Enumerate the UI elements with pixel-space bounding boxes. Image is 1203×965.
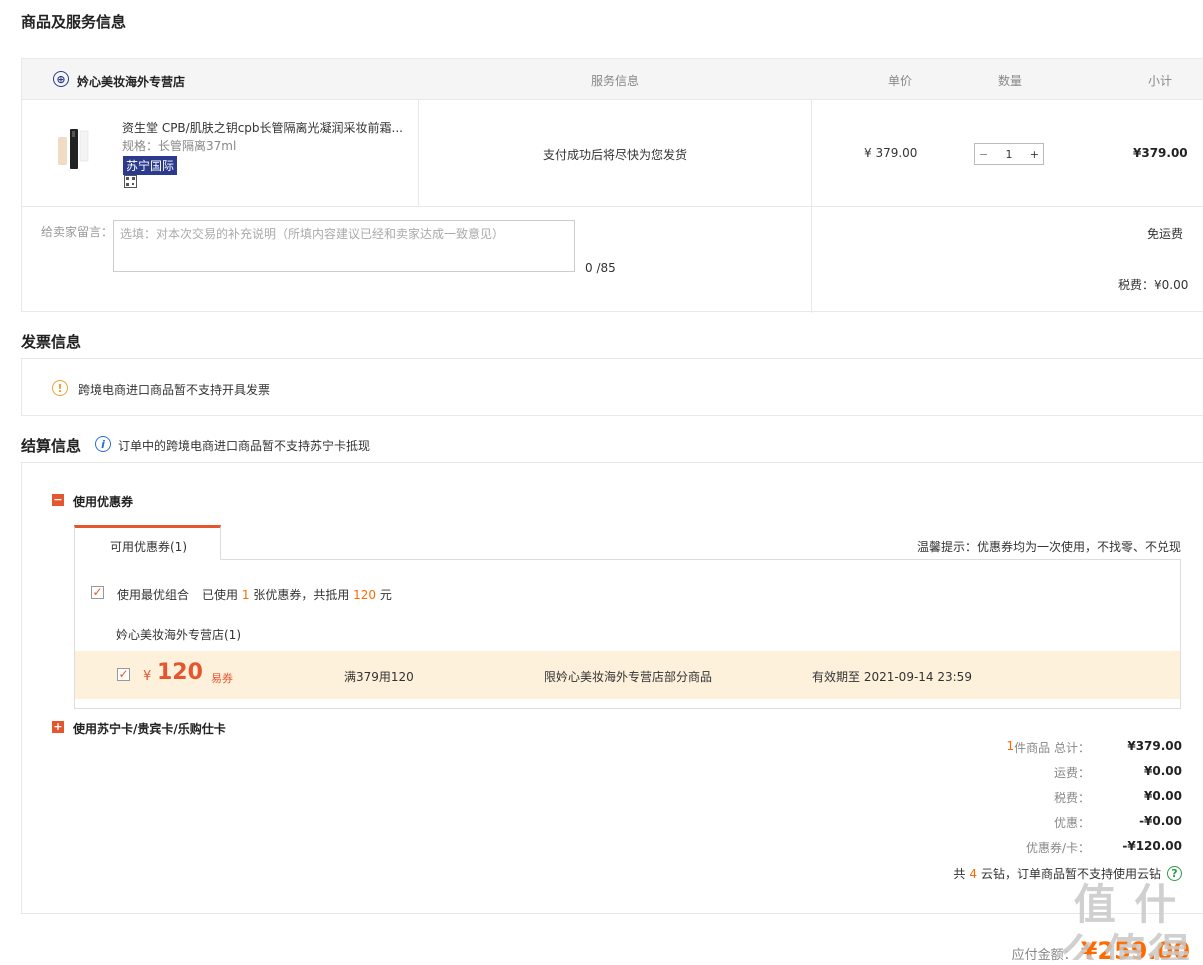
goods-section-title: 商品及服务信息: [21, 13, 127, 31]
coupon-amount: 120: [157, 660, 203, 685]
summary-coupon: -¥120.00: [1122, 839, 1182, 853]
used-count: 1: [241, 588, 250, 602]
warning-icon: !: [52, 380, 68, 396]
coupon-type: 易券: [211, 672, 233, 685]
summary-tax: ¥0.00: [1144, 789, 1182, 803]
col-subtotal: 小计: [1148, 74, 1173, 88]
tab-available-coupons[interactable]: 可用优惠券(1): [74, 525, 221, 560]
coupon-checkbox[interactable]: ✓: [117, 668, 130, 681]
coupon-panel: ✓ 使用最优组合 已使用 1 张优惠券，共抵用 120 元 妗心美妆海外专营店(…: [74, 559, 1181, 709]
coupon-condition: 满379用120: [344, 670, 414, 684]
col-qty: 数量: [998, 74, 1023, 88]
coupon-store-group: 妗心美妆海外专营店(1): [116, 628, 241, 642]
product-name[interactable]: 资生堂 CPB/肌肤之钥cpb长管隔离光凝润采妆前霜...: [122, 119, 412, 136]
unit-price: ¥ 379.00: [864, 146, 918, 160]
qty-minus-button[interactable]: −: [979, 148, 988, 161]
coupon-row[interactable]: ✓ ¥ 120 易券 满379用120 限妗心美妆海外专营店部分商品 有效期至 …: [75, 651, 1180, 699]
qty-plus-button[interactable]: +: [1030, 148, 1039, 161]
collapse-icon[interactable]: −: [52, 494, 64, 506]
coupon-scope: 限妗心美妆海外专营店部分商品: [544, 670, 713, 684]
checkout-section-title: 结算信息: [21, 437, 82, 455]
goods-table-header: ⊕ 妗心美妆海外专营店 服务信息 单价 数量 小计: [22, 59, 1203, 100]
summary-tax-row: 税费： ¥0.00: [972, 789, 1182, 806]
global-store-icon: ⊕: [53, 71, 69, 87]
quantity-stepper: − 1 +: [974, 143, 1044, 165]
coupon-currency: ¥: [143, 669, 152, 684]
invoice-box: ! 跨境电商进口商品暂不支持开具发票: [21, 358, 1203, 416]
used-mid: 张优惠券，共抵用: [253, 588, 350, 602]
suning-international-badge: 苏宁国际: [123, 156, 178, 175]
coupon-usage-summary: 已使用 1 张优惠券，共抵用 120 元: [202, 586, 392, 603]
qty-value[interactable]: 1: [1006, 148, 1013, 161]
message-label: 给卖家留言：: [41, 225, 114, 239]
col-service: 服务信息: [591, 74, 640, 88]
summary-total: ¥379.00: [1127, 739, 1182, 753]
summary-shipping-row: 运费： ¥0.00: [972, 764, 1182, 781]
summary-discount-row: 优惠： -¥0.00: [972, 814, 1182, 831]
divider: [418, 100, 419, 206]
used-suffix: 元: [379, 588, 392, 602]
store-name[interactable]: 妗心美妆海外专营店: [77, 73, 185, 90]
expand-icon[interactable]: +: [52, 721, 64, 733]
coupon-expiry: 有效期至 2021-09-14 23:59: [812, 670, 972, 684]
summary-item-count: 1: [1006, 739, 1015, 753]
goods-table: ⊕ 妗心美妆海外专营店 服务信息 单价 数量 小计 资生堂 CPB/肌肤之钥cp…: [21, 58, 1203, 313]
summary-total-row: 1 件商品 总计： ¥379.00: [972, 739, 1182, 759]
tab-available-label: 可用优惠券(1): [110, 540, 187, 554]
use-coupon-toggle[interactable]: 使用优惠券: [73, 493, 133, 510]
tax-fee: 税费：¥0.00: [1118, 278, 1189, 292]
product-thumbnail[interactable]: [56, 127, 90, 171]
summary-item-label: 件商品 总计：: [1014, 741, 1090, 755]
summary-tax-label: 税费：: [1053, 791, 1090, 805]
used-amount: 120: [353, 588, 377, 602]
cloud-count: 4: [969, 866, 977, 881]
col-price: 单价: [888, 74, 913, 88]
info-icon[interactable]: i: [95, 436, 111, 452]
product-subtotal: ¥379.00: [1133, 146, 1188, 160]
product-spec: 规格：长管隔离37ml: [122, 139, 237, 153]
seller-message-input[interactable]: 选填：对本次交易的补充说明（所填内容建议已经和卖家达成一致意见）: [113, 220, 575, 272]
invoice-section-title: 发票信息: [21, 333, 82, 351]
checkout-notice: 订单中的跨境电商进口商品暂不支持苏宁卡抵现: [118, 439, 371, 453]
best-combo-checkbox[interactable]: ✓: [91, 586, 104, 599]
summary-shipping-label: 运费：: [1053, 766, 1090, 780]
summary-coupon-row: 优惠券/卡： -¥120.00: [972, 839, 1182, 856]
summary-shipping: ¥0.00: [1144, 764, 1182, 778]
summary-coupon-label: 优惠券/卡：: [1025, 841, 1090, 855]
cloud-prefix: 共: [953, 867, 966, 881]
message-char-count: 0 /85: [585, 261, 616, 275]
coupon-tip: 温馨提示：优惠券均为一次使用，不找零、不兑现: [917, 540, 1182, 554]
help-icon[interactable]: ?: [1167, 866, 1182, 881]
divider: [22, 206, 1203, 207]
use-card-toggle[interactable]: 使用苏宁卡/贵宾卡/乐购仕卡: [73, 720, 226, 737]
checkout-box: − 使用优惠券 可用优惠券(1) 温馨提示：优惠券均为一次使用，不找零、不兑现 …: [21, 462, 1203, 914]
free-shipping: 免运费: [1147, 227, 1184, 241]
best-combo-label: 使用最优组合: [117, 588, 190, 602]
service-info: 支付成功后将尽快为您发货: [543, 148, 688, 162]
used-prefix: 已使用: [202, 588, 239, 602]
summary-discount: -¥0.00: [1139, 814, 1182, 828]
watermark-logo: 值 什么值得买: [1059, 880, 1192, 960]
qr-code-icon[interactable]: [124, 175, 137, 188]
invoice-notice: 跨境电商进口商品暂不支持开具发票: [78, 383, 271, 397]
summary-discount-label: 优惠：: [1053, 816, 1090, 830]
